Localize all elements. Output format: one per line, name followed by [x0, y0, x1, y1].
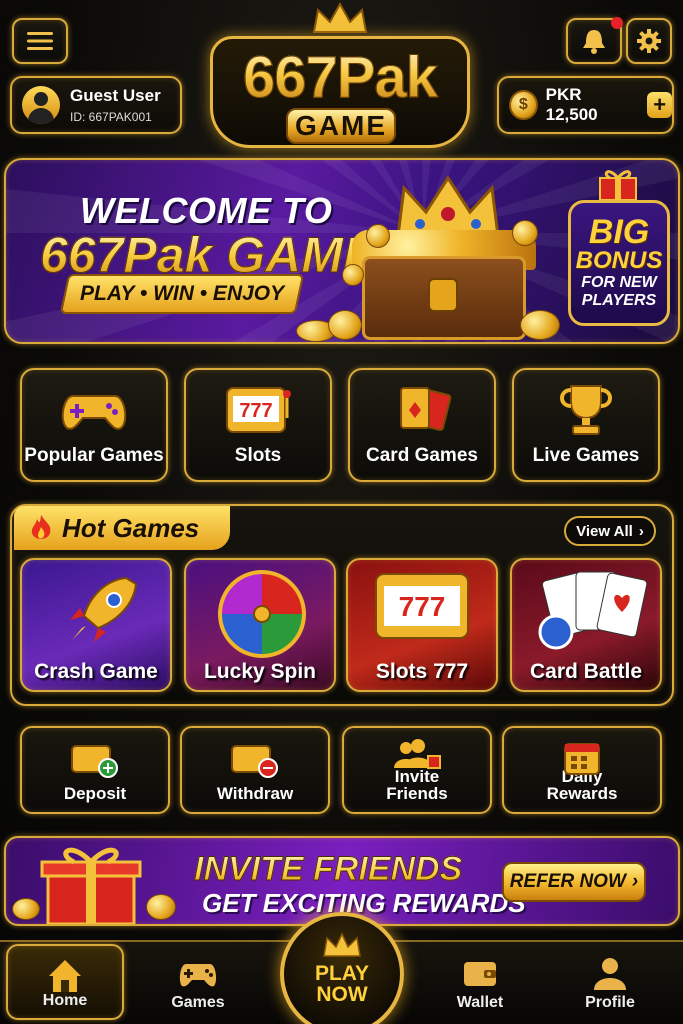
hot-games-title: Hot Games	[62, 512, 200, 543]
wallet-deposit-icon	[71, 745, 118, 778]
logo-subtitle: GAME	[286, 108, 396, 144]
bonus-big: BIG	[588, 213, 650, 251]
game-label: Crash Game	[34, 660, 158, 683]
category-label: Live Games	[532, 445, 640, 466]
nav-wallet[interactable]: Wallet	[420, 944, 540, 1020]
gear-icon	[637, 29, 661, 53]
wallet-withdraw-icon	[231, 745, 278, 778]
nav-home[interactable]: Home	[6, 944, 124, 1020]
category-card-games[interactable]: Card Games	[348, 368, 496, 482]
game-lucky-spin[interactable]: Lucky Spin	[184, 558, 336, 692]
crown-icon	[323, 932, 361, 957]
gamepad-icon	[61, 395, 127, 430]
user-name: Guest User	[70, 86, 161, 105]
bonus-subtext: FOR NEW PLAYERS	[581, 274, 657, 309]
game-crash[interactable]: Crash Game	[20, 558, 172, 692]
calendar-icon	[564, 743, 600, 775]
user-card[interactable]: Guest User ID: 667PAK001	[10, 76, 182, 134]
avatar	[22, 86, 60, 124]
gamepad-icon	[179, 964, 217, 987]
trophy-icon	[560, 385, 612, 435]
fire-icon	[31, 515, 51, 539]
invite-title: INVITE FRIENDS	[193, 850, 463, 889]
lock-icon	[428, 278, 458, 312]
menu-button[interactable]	[12, 18, 68, 64]
rocket-icon	[70, 576, 138, 642]
home-icon	[49, 960, 81, 992]
game-label: Card Battle	[529, 660, 643, 683]
category-label: Card Games	[366, 445, 478, 466]
wallet-icon	[464, 962, 496, 986]
daily-rewards-button[interactable]: Daily Rewards	[502, 726, 662, 814]
slot-machine-icon: 777	[375, 573, 469, 639]
invite-subtitle: GET EXCITING REWARDS	[202, 888, 526, 918]
nav-games[interactable]: Games	[138, 944, 258, 1020]
settings-button[interactable]	[626, 18, 672, 64]
game-label: Lucky Spin	[203, 660, 317, 683]
playing-cards-icon	[538, 571, 648, 650]
notifications-button[interactable]	[566, 17, 623, 64]
action-label: Deposit	[63, 784, 127, 803]
add-funds-button[interactable]: +	[647, 92, 672, 118]
nav-profile[interactable]: Profile	[550, 944, 670, 1020]
invite-friends-button[interactable]: Invite Friends	[342, 726, 492, 814]
notification-dot	[611, 17, 623, 29]
nav-label: Games	[171, 994, 225, 1011]
user-id: ID: 667PAK001	[70, 110, 152, 124]
withdraw-button[interactable]: Withdraw	[180, 726, 330, 814]
nav-label: Home	[42, 992, 88, 1009]
category-popular-games[interactable]: Popular Games	[20, 368, 168, 482]
crown-icon	[312, 2, 368, 33]
view-all-button[interactable]: View All ›	[564, 516, 656, 546]
chevron-right-icon: ›	[631, 871, 639, 892]
spin-wheel-icon	[218, 570, 306, 658]
logo-title: 667Pak	[200, 44, 480, 111]
balance-card[interactable]: $ PKR 12,500 +	[497, 76, 674, 134]
gift-box-icon	[40, 847, 142, 924]
refer-now-label: REFER NOW	[509, 871, 626, 892]
bonus-label: BONUS	[575, 247, 663, 274]
nav-label: Wallet	[456, 994, 504, 1011]
category-label: Popular Games	[24, 445, 164, 466]
slot-machine-icon: 777	[226, 387, 291, 433]
deposit-button[interactable]: Deposit	[20, 726, 170, 814]
refer-now-button[interactable]: REFER NOW ›	[502, 862, 646, 902]
playing-cards-icon	[400, 387, 452, 431]
welcome-banner[interactable]: WELCOME TO 667Pak GAME PLAY • WIN • ENJO…	[4, 158, 680, 344]
play-now-label: PLAY NOW	[314, 962, 370, 1006]
game-card-battle[interactable]: Card Battle	[510, 558, 662, 692]
hamburger-icon	[27, 32, 53, 50]
nav-label: Profile	[585, 994, 635, 1011]
category-label: Slots	[234, 445, 282, 466]
balance-amount: PKR 12,500	[545, 85, 598, 124]
hot-games-header: Hot Games	[14, 506, 230, 550]
category-slots[interactable]: 777 Slots	[184, 368, 332, 482]
game-slots-777[interactable]: 777 Slots 777	[346, 558, 498, 692]
bell-icon	[583, 30, 605, 54]
chevron-right-icon: ›	[638, 522, 644, 540]
gift-icon	[599, 170, 637, 201]
bonus-badge: BIG BONUS FOR NEW PLAYERS	[568, 200, 670, 326]
action-label: Withdraw	[216, 784, 294, 803]
game-label: Slots 777	[375, 660, 469, 683]
banner-tagline: PLAY • WIN • ENJOY	[59, 274, 305, 314]
view-all-label: View All	[576, 522, 633, 540]
category-live-games[interactable]: Live Games	[512, 368, 660, 482]
coin-icon: $	[509, 90, 538, 120]
play-now-button[interactable]: PLAY NOW	[280, 912, 404, 1024]
svg-text:777: 777	[399, 591, 446, 622]
svg-text:777: 777	[239, 400, 272, 422]
user-icon	[594, 958, 626, 990]
app-logo: 667Pak GAME	[200, 2, 480, 148]
users-gift-icon	[394, 739, 441, 769]
